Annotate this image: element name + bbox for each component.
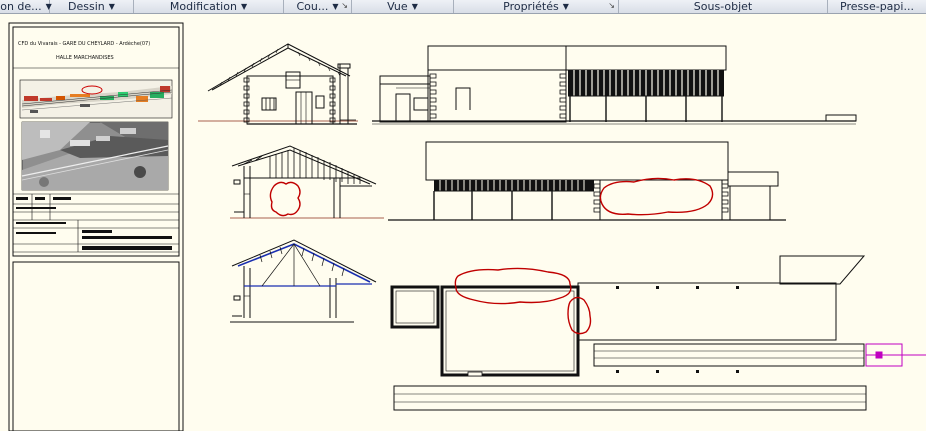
chevron-down-icon[interactable]: ▼	[241, 2, 247, 11]
panel-subobject[interactable]: Sous-objet	[619, 0, 828, 13]
ribbon-panel-bar: ion de... ▼ Dessin ▼ Modification ▼ Cou... ▼…	[0, 0, 926, 14]
panel-clipboard-label: Presse-papi...	[840, 0, 914, 13]
panel-annotation-label: ion de...	[0, 0, 42, 13]
chevron-down-icon[interactable]: ▼	[412, 2, 418, 11]
panel-draw-label: Dessin	[68, 0, 105, 13]
panel-annotation[interactable]: ion de... ▼	[0, 0, 52, 13]
panel-clipboard[interactable]: Presse-papi...	[828, 0, 926, 13]
chevron-down-icon[interactable]: ▼	[563, 2, 569, 11]
panel-modify-label: Modification	[169, 0, 237, 13]
long-elevation-rear	[388, 141, 786, 221]
title-block	[8, 22, 184, 431]
revision-cloud	[269, 181, 301, 217]
panel-draw[interactable]: Dessin ▼	[50, 0, 134, 13]
panel-launcher-icon[interactable]: ↘	[341, 1, 348, 10]
floor-plan	[390, 255, 867, 411]
revision-cloud	[599, 177, 714, 216]
cross-section-a	[230, 145, 384, 219]
panel-properties-label: Propriétés	[503, 0, 559, 13]
panel-view[interactable]: Vue ▼	[352, 0, 454, 13]
panel-properties[interactable]: Propriétés ▼ ↘	[454, 0, 619, 13]
panel-launcher-icon[interactable]: ↘	[608, 1, 615, 10]
panel-subobject-label: Sous-objet	[693, 0, 753, 13]
panel-view-label: Vue	[387, 0, 408, 13]
panel-layers-label: Cou...	[296, 0, 329, 13]
chevron-down-icon[interactable]: ▼	[109, 2, 115, 11]
cross-section-b	[230, 239, 377, 323]
drawing-canvas[interactable]: CFD du Vivarais - GARE DU CHEYLARD - Ard…	[0, 14, 926, 431]
drawing-svg	[8, 22, 926, 431]
panel-layers[interactable]: Cou... ▼ ↘	[284, 0, 352, 13]
selection-grip	[865, 343, 926, 367]
panel-modify[interactable]: Modification ▼	[134, 0, 284, 13]
end-elevation-gable	[198, 43, 358, 125]
chevron-down-icon[interactable]: ▼	[332, 2, 338, 11]
long-elevation-facade	[372, 45, 857, 125]
